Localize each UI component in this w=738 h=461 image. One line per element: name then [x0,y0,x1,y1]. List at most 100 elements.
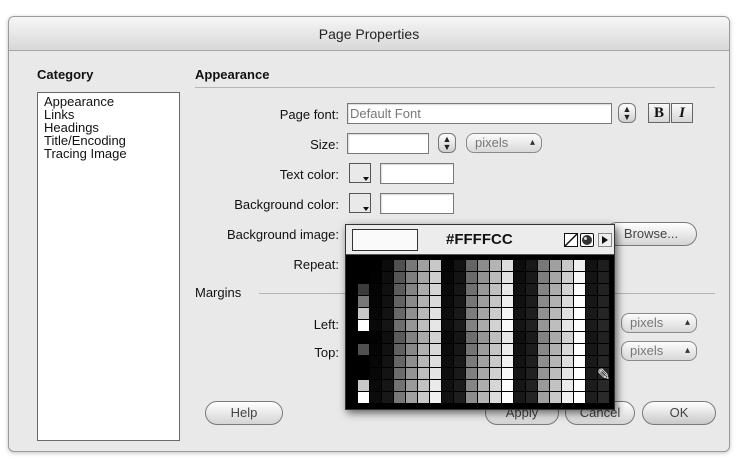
color-swatch-cell[interactable] [526,260,537,271]
color-swatch-cell[interactable] [382,380,393,391]
color-picker-popup[interactable]: #FFFFCC ✎ [345,224,615,410]
color-swatch-cell[interactable] [478,296,489,307]
color-swatch-cell[interactable] [394,368,405,379]
color-swatch-cell[interactable] [598,344,609,355]
color-swatch-cell[interactable] [490,320,501,331]
color-swatch-cell[interactable] [526,344,537,355]
color-swatch-cell[interactable] [586,260,597,271]
color-swatch-cell[interactable] [466,284,477,295]
color-swatch-cell[interactable] [562,272,573,283]
color-swatch-cell[interactable] [466,308,477,319]
category-list[interactable]: Appearance Links Headings Title/Encoding… [37,92,180,441]
color-swatch-cell[interactable] [490,368,501,379]
color-swatch-cell[interactable] [574,284,585,295]
color-swatch-cell[interactable] [394,272,405,283]
color-swatch-cell[interactable] [430,260,441,271]
color-swatch-cell[interactable] [478,368,489,379]
color-swatch-cell[interactable] [382,368,393,379]
color-swatch-cell[interactable] [406,272,417,283]
color-swatch-cell[interactable] [586,392,597,403]
color-swatch-cell[interactable] [454,272,465,283]
category-item-tracing-image[interactable]: Tracing Image [44,147,173,160]
color-swatch-cell[interactable] [418,272,429,283]
color-swatch-cell[interactable] [526,320,537,331]
color-swatch-cell[interactable] [574,380,585,391]
color-swatch-cell[interactable] [442,332,453,343]
color-swatch-cell[interactable] [430,368,441,379]
color-swatch-cell[interactable] [406,380,417,391]
system-color-wheel-icon[interactable] [580,233,594,247]
color-swatch-cell[interactable] [598,320,609,331]
color-swatch-cell[interactable] [406,296,417,307]
background-color-swatch[interactable] [349,193,371,213]
color-swatch-cell[interactable] [598,272,609,283]
color-swatch-cell[interactable] [358,380,369,391]
color-swatch-cell[interactable] [406,392,417,403]
color-swatch-cell[interactable] [502,392,513,403]
color-swatch-cell[interactable] [490,380,501,391]
color-swatch-cell[interactable] [358,296,369,307]
color-swatch-cell[interactable] [406,308,417,319]
color-swatch-cell[interactable] [550,320,561,331]
color-swatch-cell[interactable] [550,380,561,391]
color-swatch-cell[interactable] [574,272,585,283]
color-swatch-cell[interactable] [394,380,405,391]
color-swatch-cell[interactable] [358,344,369,355]
color-swatch-cell[interactable] [382,332,393,343]
color-swatch-cell[interactable] [370,344,381,355]
color-swatch-cell[interactable] [478,356,489,367]
color-swatch-cell[interactable] [358,356,369,367]
color-swatch-cell[interactable] [382,272,393,283]
color-swatch-cell[interactable] [478,380,489,391]
color-swatch-cell[interactable] [382,392,393,403]
color-swatch-cell[interactable] [574,368,585,379]
color-swatch-cell[interactable] [418,260,429,271]
color-swatch-cell[interactable] [454,344,465,355]
size-unit-popup[interactable]: pixels ▴ [466,133,542,153]
color-swatch-cell[interactable] [370,332,381,343]
color-swatch-cell[interactable] [538,392,549,403]
color-swatch-cell[interactable] [550,356,561,367]
color-swatch-cell[interactable] [394,296,405,307]
color-swatch-cell[interactable] [454,260,465,271]
color-swatch-cell[interactable] [586,296,597,307]
color-swatch-cell[interactable] [502,308,513,319]
color-swatch-cell[interactable] [442,392,453,403]
color-swatch-cell[interactable] [418,344,429,355]
color-swatch-cell[interactable] [454,380,465,391]
color-swatch-cell[interactable] [514,368,525,379]
color-swatch-cell[interactable] [454,356,465,367]
color-swatch-cell[interactable] [574,392,585,403]
size-stepper[interactable]: ▲ ▼ [438,133,456,153]
color-swatch-cell[interactable] [490,284,501,295]
color-swatch-cell[interactable] [562,380,573,391]
color-swatch-cell[interactable] [382,356,393,367]
color-swatch-cell[interactable] [526,308,537,319]
color-swatch-cell[interactable] [586,344,597,355]
color-swatch-cell[interactable] [382,308,393,319]
color-swatch-cell[interactable] [454,392,465,403]
color-swatch-cell[interactable] [478,272,489,283]
color-swatch-cell[interactable] [598,332,609,343]
color-swatch-cell[interactable] [418,332,429,343]
color-swatch-cell[interactable] [562,296,573,307]
color-swatch-cell[interactable] [394,284,405,295]
color-swatch-cell[interactable] [406,368,417,379]
color-swatch-cell[interactable] [358,308,369,319]
left-unit-popup[interactable]: pixels ▴ [621,313,697,333]
color-swatch-cell[interactable] [514,356,525,367]
color-swatch-cell[interactable] [430,392,441,403]
color-swatch-cell[interactable] [586,284,597,295]
no-color-icon[interactable] [564,233,578,247]
color-swatch-cell[interactable] [466,356,477,367]
color-swatch-cell[interactable] [430,320,441,331]
color-swatch-cell[interactable] [406,260,417,271]
text-color-field[interactable] [380,163,454,184]
color-swatch-cell[interactable] [382,284,393,295]
size-field[interactable] [347,133,429,154]
color-swatch-cell[interactable] [442,380,453,391]
color-swatch-cell[interactable] [358,320,369,331]
color-swatch-cell[interactable] [550,284,561,295]
color-swatch-cell[interactable] [478,284,489,295]
color-swatch-cell[interactable] [442,260,453,271]
